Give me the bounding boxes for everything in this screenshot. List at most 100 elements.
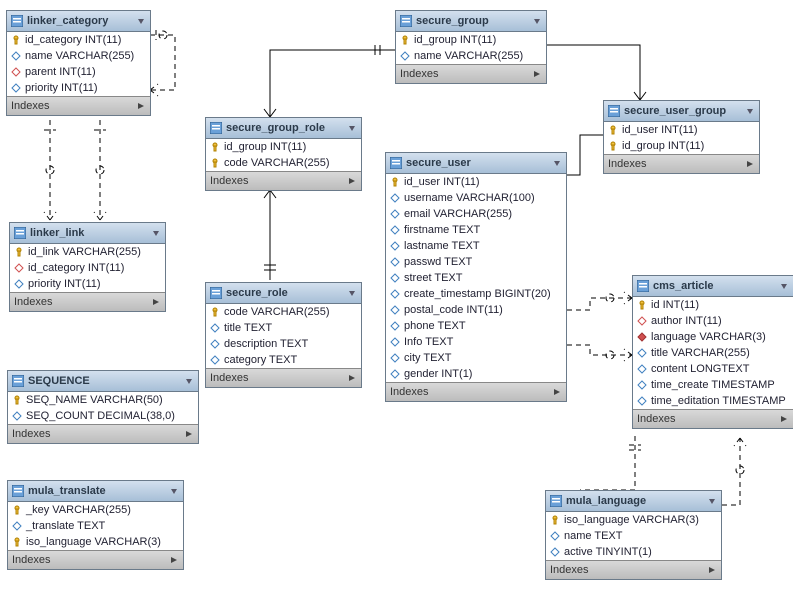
column-row[interactable]: postal_code INT(11) xyxy=(386,302,566,318)
column-row[interactable]: id INT(11) xyxy=(633,297,793,313)
indexes-row[interactable]: Indexes xyxy=(633,409,793,428)
column-row[interactable]: content LONGTEXT xyxy=(633,361,793,377)
column-row[interactable]: iso_language VARCHAR(3) xyxy=(546,512,721,528)
entity-secure-user-group[interactable]: secure_user_group id_user INT(11)id_grou… xyxy=(603,100,760,174)
column-row[interactable]: city TEXT xyxy=(386,350,566,366)
collapse-icon[interactable] xyxy=(532,16,542,26)
column-row[interactable]: description TEXT xyxy=(206,336,361,352)
column-row[interactable]: id_category INT(11) xyxy=(7,32,150,48)
column-row[interactable]: id_group INT(11) xyxy=(396,32,546,48)
collapse-icon[interactable] xyxy=(745,106,755,116)
entity-header[interactable]: secure_role xyxy=(206,283,361,304)
entity-header[interactable]: secure_user xyxy=(386,153,566,174)
indexes-row[interactable]: Indexes xyxy=(8,550,183,569)
indexes-row[interactable]: Indexes xyxy=(604,154,759,173)
entity-secure-group[interactable]: secure_group id_group INT(11)name VARCHA… xyxy=(395,10,547,84)
collapse-icon[interactable] xyxy=(779,281,789,291)
column-row[interactable]: iso_language VARCHAR(3) xyxy=(8,534,183,550)
column-name: title TEXT xyxy=(224,322,272,334)
collapse-icon[interactable] xyxy=(184,376,194,386)
column-row[interactable]: id_user INT(11) xyxy=(604,122,759,138)
column-row[interactable]: code VARCHAR(255) xyxy=(206,155,361,171)
column-row[interactable]: phone TEXT xyxy=(386,318,566,334)
indexes-row[interactable]: Indexes xyxy=(206,368,361,387)
column-row[interactable]: _key VARCHAR(255) xyxy=(8,502,183,518)
indexes-row[interactable]: Indexes xyxy=(396,64,546,83)
indexes-row[interactable]: Indexes xyxy=(8,424,198,443)
column-row[interactable]: name TEXT xyxy=(546,528,721,544)
column-row[interactable]: active TINYINT(1) xyxy=(546,544,721,560)
indexes-row[interactable]: Indexes xyxy=(206,171,361,190)
collapse-icon[interactable] xyxy=(136,16,146,26)
entity-sequence[interactable]: SEQUENCE SEQ_NAME VARCHAR(50)SEQ_COUNT D… xyxy=(7,370,199,444)
column-row[interactable]: author INT(11) xyxy=(633,313,793,329)
diamond-icon xyxy=(390,273,400,283)
column-row[interactable]: id_group INT(11) xyxy=(604,138,759,154)
collapse-icon[interactable] xyxy=(552,158,562,168)
indexes-row[interactable]: Indexes xyxy=(386,382,566,401)
column-row[interactable]: lastname TEXT xyxy=(386,238,566,254)
column-row[interactable]: time_create TIMESTAMP xyxy=(633,377,793,393)
indexes-row[interactable]: Indexes xyxy=(546,560,721,579)
column-row[interactable]: name VARCHAR(255) xyxy=(7,48,150,64)
entity-header[interactable]: linker_category xyxy=(7,11,150,32)
entity-header[interactable]: cms_article xyxy=(633,276,793,297)
column-row[interactable]: code VARCHAR(255) xyxy=(206,304,361,320)
entity-header[interactable]: linker_link xyxy=(10,223,165,244)
column-row[interactable]: id_user INT(11) xyxy=(386,174,566,190)
column-row[interactable]: title VARCHAR(255) xyxy=(633,345,793,361)
diamond-icon xyxy=(210,323,220,333)
entity-mula-language[interactable]: mula_language iso_language VARCHAR(3)nam… xyxy=(545,490,722,580)
column-row[interactable]: id_category INT(11) xyxy=(10,260,165,276)
entity-header[interactable]: SEQUENCE xyxy=(8,371,198,392)
collapse-icon[interactable] xyxy=(707,496,717,506)
column-row[interactable]: firstname TEXT xyxy=(386,222,566,238)
erd-canvas: .solid { stroke:#000; stroke-width:1; fi… xyxy=(0,0,793,594)
entity-header[interactable]: secure_user_group xyxy=(604,101,759,122)
entity-header[interactable]: secure_group xyxy=(396,11,546,32)
entity-mula-translate[interactable]: mula_translate _key VARCHAR(255)_transla… xyxy=(7,480,184,570)
entity-secure-user[interactable]: secure_user id_user INT(11)username VARC… xyxy=(385,152,567,402)
column-row[interactable]: priority INT(11) xyxy=(7,80,150,96)
indexes-row[interactable]: Indexes xyxy=(7,96,150,115)
entity-secure-group-role[interactable]: secure_group_role id_group INT(11)code V… xyxy=(205,117,362,191)
column-row[interactable]: time_editation TIMESTAMP xyxy=(633,393,793,409)
column-row[interactable]: street TEXT xyxy=(386,270,566,286)
column-row[interactable]: gender INT(1) xyxy=(386,366,566,382)
entity-header[interactable]: secure_group_role xyxy=(206,118,361,139)
expand-icon xyxy=(184,429,194,439)
column-row[interactable]: title TEXT xyxy=(206,320,361,336)
column-row[interactable]: SEQ_COUNT DECIMAL(38,0) xyxy=(8,408,198,424)
column-row[interactable]: id_group INT(11) xyxy=(206,139,361,155)
column-row[interactable]: SEQ_NAME VARCHAR(50) xyxy=(8,392,198,408)
column-row[interactable]: username VARCHAR(100) xyxy=(386,190,566,206)
entity-header[interactable]: mula_translate xyxy=(8,481,183,502)
entity-linker-category[interactable]: linker_category id_category INT(11)name … xyxy=(6,10,151,116)
entity-secure-role[interactable]: secure_role code VARCHAR(255) title TEXT d… xyxy=(205,282,362,388)
column-row[interactable]: parent INT(11) xyxy=(7,64,150,80)
indexes-label: Indexes xyxy=(12,554,169,566)
entity-title: linker_link xyxy=(30,227,151,239)
column-row[interactable]: _translate TEXT xyxy=(8,518,183,534)
diamond-icon xyxy=(390,353,400,363)
column-row[interactable]: email VARCHAR(255) xyxy=(386,206,566,222)
indexes-label: Indexes xyxy=(210,175,347,187)
collapse-icon[interactable] xyxy=(151,228,161,238)
column-row[interactable]: id_link VARCHAR(255) xyxy=(10,244,165,260)
column-row[interactable]: priority INT(11) xyxy=(10,276,165,292)
column-row[interactable]: passwd TEXT xyxy=(386,254,566,270)
column-row[interactable]: Info TEXT xyxy=(386,334,566,350)
indexes-row[interactable]: Indexes xyxy=(10,292,165,311)
entity-cms-article[interactable]: cms_article id INT(11)author INT(11)lang… xyxy=(632,275,793,429)
column-row[interactable]: category TEXT xyxy=(206,352,361,368)
collapse-icon[interactable] xyxy=(169,486,179,496)
collapse-icon[interactable] xyxy=(347,123,357,133)
collapse-icon[interactable] xyxy=(347,288,357,298)
indexes-label: Indexes xyxy=(637,413,779,425)
column-row[interactable]: language VARCHAR(3) xyxy=(633,329,793,345)
column-row[interactable]: name VARCHAR(255) xyxy=(396,48,546,64)
indexes-label: Indexes xyxy=(400,68,532,80)
entity-linker-link[interactable]: linker_link id_link VARCHAR(255)id_categ… xyxy=(9,222,166,312)
entity-header[interactable]: mula_language xyxy=(546,491,721,512)
column-row[interactable]: create_timestamp BIGINT(20) xyxy=(386,286,566,302)
